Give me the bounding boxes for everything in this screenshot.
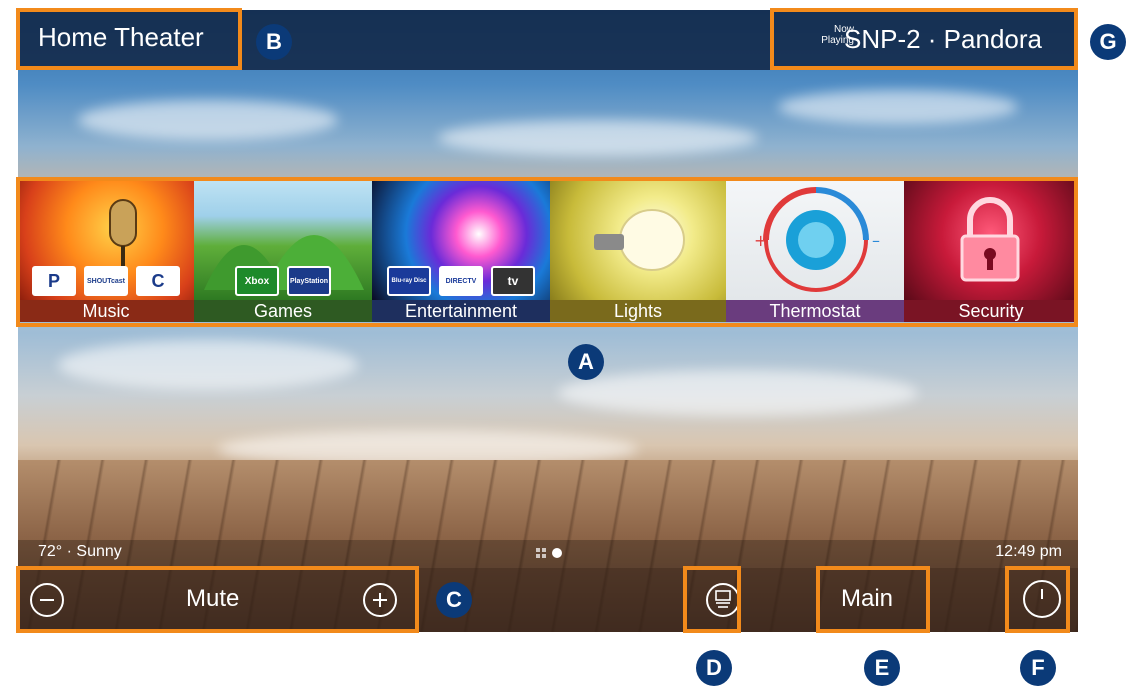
cloud — [58, 340, 358, 390]
marker-b: B — [256, 24, 292, 60]
callout-box-f — [1005, 566, 1070, 633]
callout-box-g — [770, 8, 1078, 70]
weather-status: 72° · Sunny — [38, 543, 122, 560]
callout-box-a — [16, 177, 1078, 327]
cloud — [438, 120, 758, 156]
callout-box-c — [16, 566, 419, 633]
marker-d: D — [696, 650, 732, 686]
status-bar: 72° · Sunny 12:49 pm — [18, 540, 1078, 568]
cloud — [78, 100, 338, 140]
callout-box-d — [683, 566, 741, 633]
marker-c: C — [436, 582, 472, 618]
callout-box-b — [16, 8, 242, 70]
page-dot-active[interactable] — [552, 548, 562, 558]
marker-f: F — [1020, 650, 1056, 686]
cloud — [558, 370, 918, 416]
marker-a: A — [568, 344, 604, 380]
clock: 12:49 pm — [995, 543, 1062, 560]
marker-g: G — [1090, 24, 1126, 60]
marker-e: E — [864, 650, 900, 686]
page-indicator[interactable] — [536, 548, 562, 558]
grid-page-icon[interactable] — [536, 548, 546, 558]
callout-box-e — [816, 566, 930, 633]
cloud — [778, 90, 1018, 124]
